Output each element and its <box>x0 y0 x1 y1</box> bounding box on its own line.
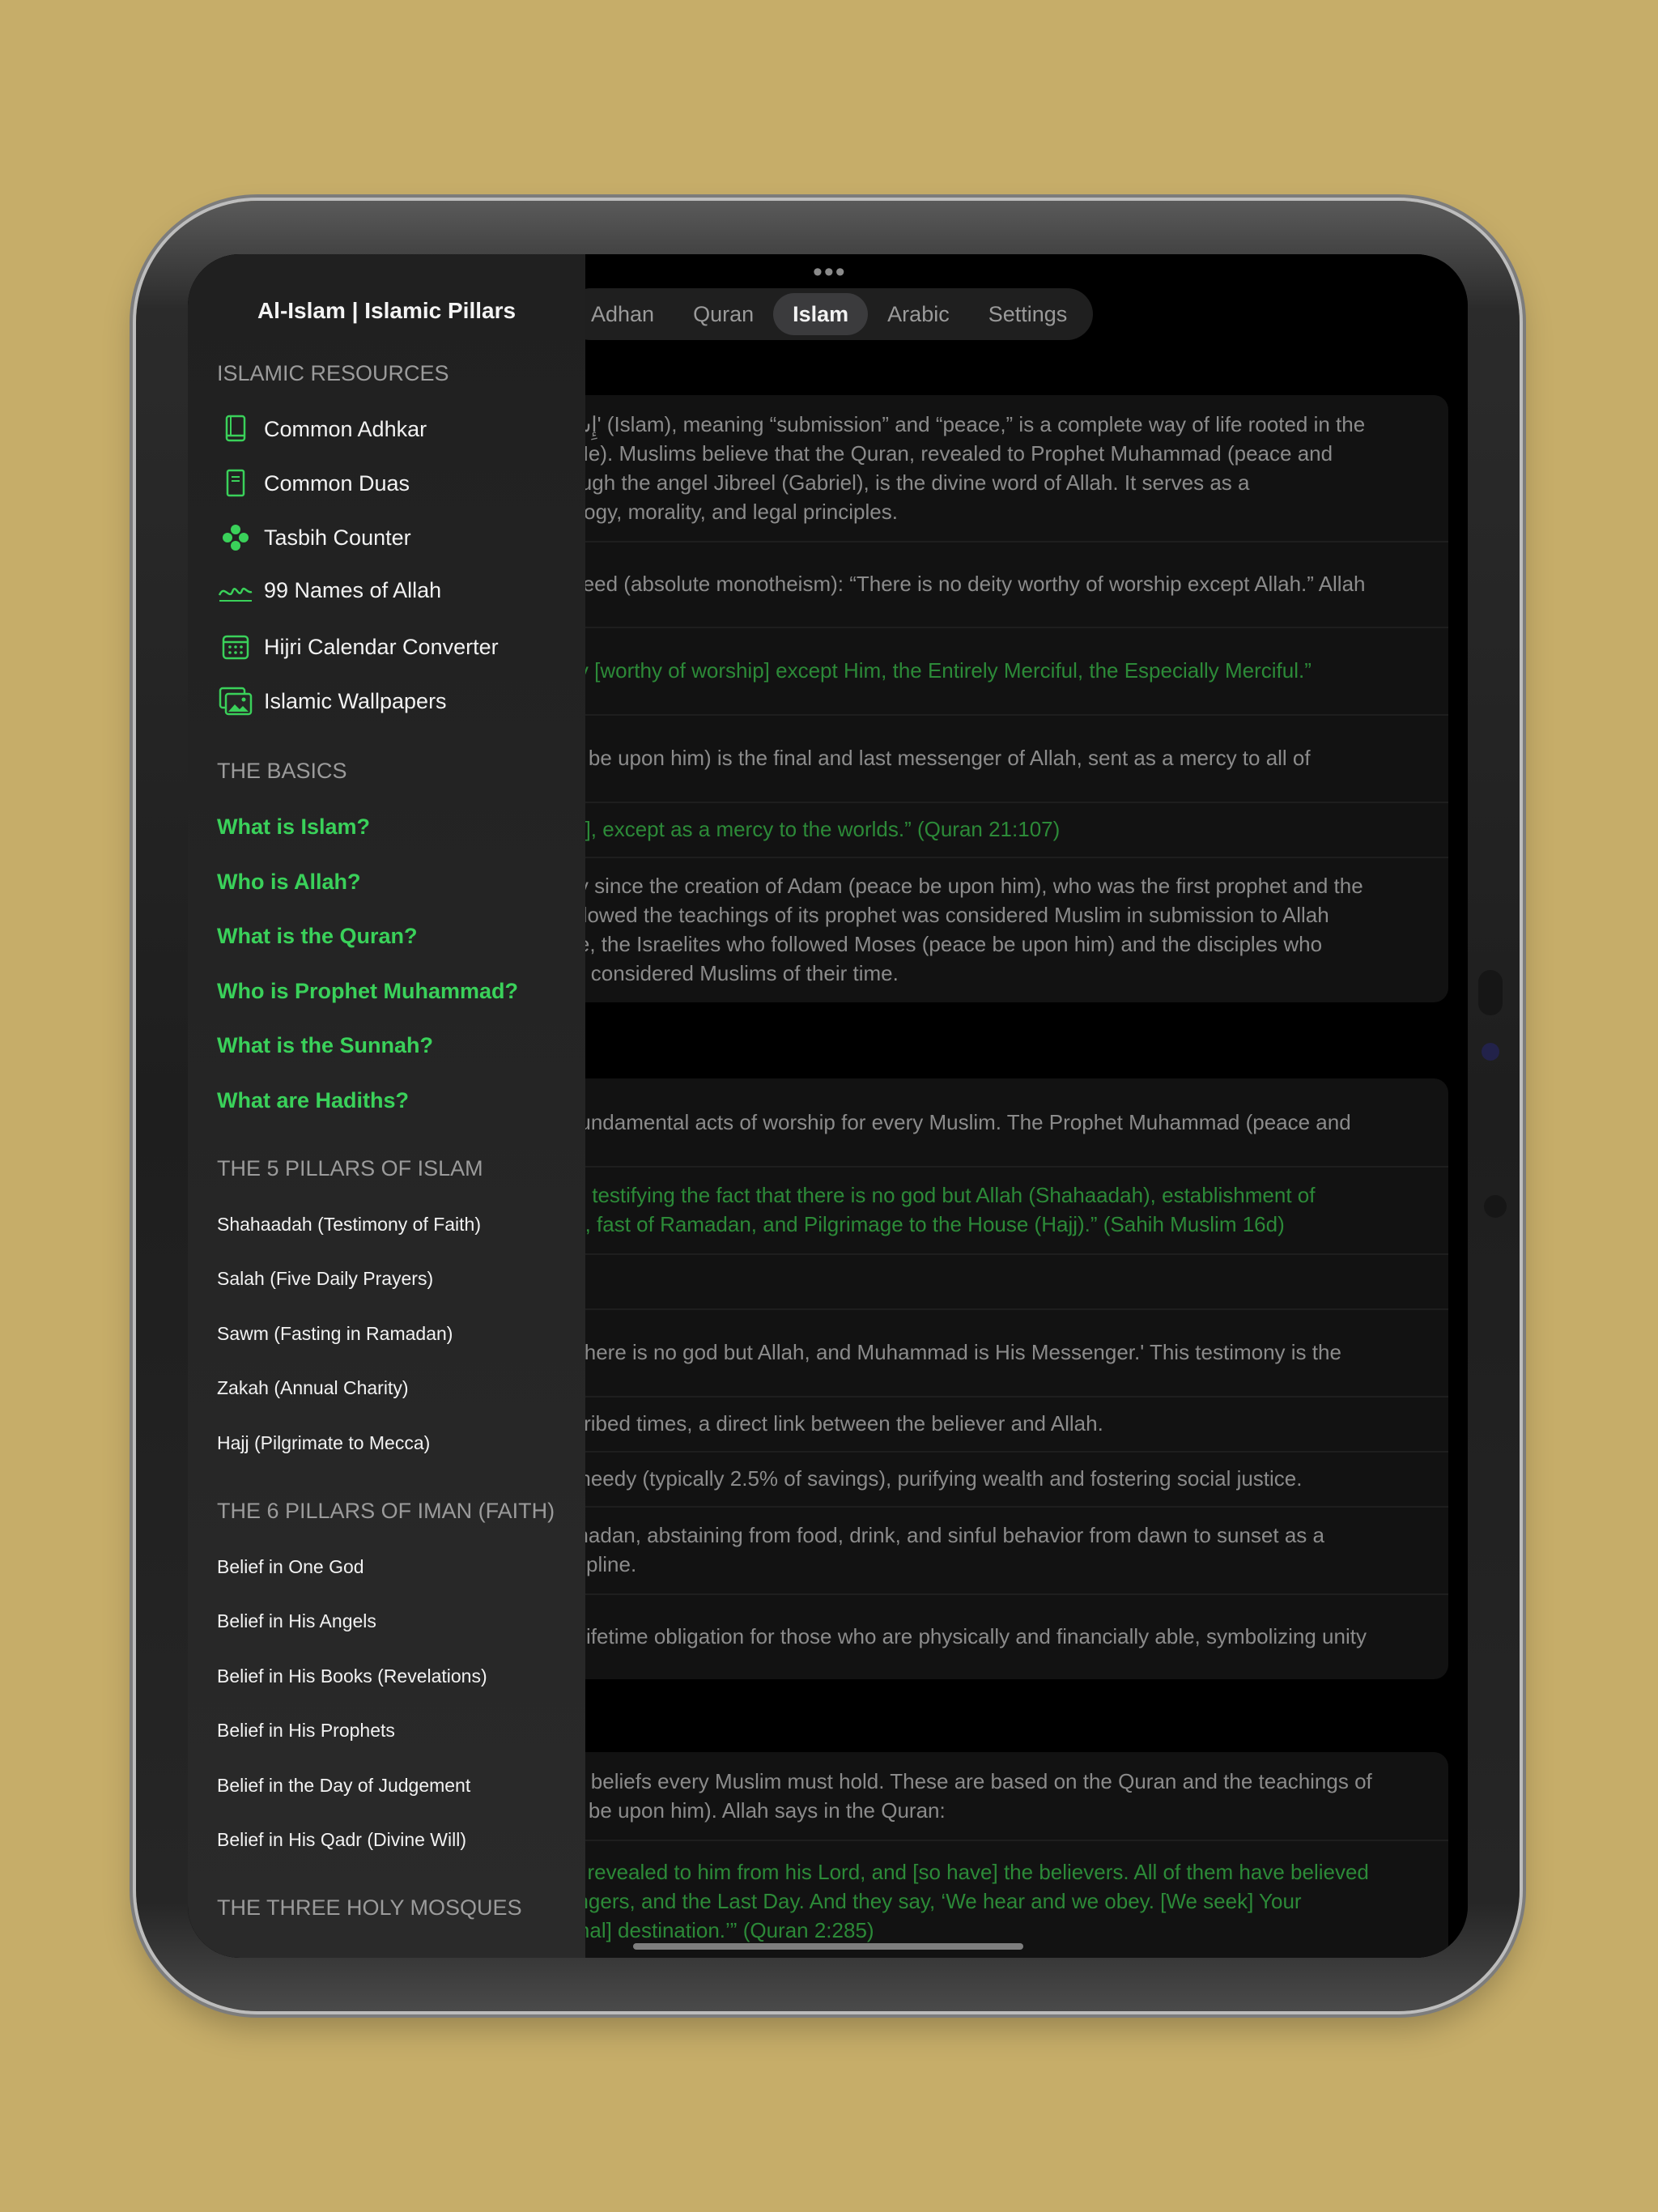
iman-item-judgement[interactable]: Belief in the Day of Judgement <box>217 1775 470 1797</box>
content-row: mad], except as a mercy to the worlds.” … <box>544 802 1448 858</box>
screen: ••• AdhanQuranIslamArabicSettings 'إِسْل… <box>188 254 1468 1958</box>
body-text: anity since the creation of Adam (peace … <box>544 874 1363 898</box>
camera-dot <box>1482 1043 1499 1061</box>
sidebar-item-common-duas[interactable]: Common Duas <box>217 462 410 504</box>
body-text: ings be upon him) is the final and last … <box>544 746 1311 770</box>
section-header-pillars: THE 5 PILLARS OF ISLAM <box>217 1156 483 1180</box>
body-text: y followed the teachings of its prophet … <box>544 903 1329 927</box>
quote-text: e [final] destination.’” (Quran 2:285) <box>544 1918 874 1942</box>
iman-item-books[interactable]: Belief in His Books (Revelations) <box>217 1665 487 1687</box>
book-closed-icon <box>217 465 254 502</box>
pillar-item-shahaadah[interactable]: Shahaadah (Testimony of Faith) <box>217 1214 481 1236</box>
multitasking-dots-icon[interactable]: ••• <box>813 258 847 286</box>
section-header-resources: ISLAMIC RESOURCES <box>217 361 449 385</box>
content-row: deity [worthy of worship] except Him, th… <box>544 627 1448 716</box>
body-text: 'إِسْلَام' (Islam), meaning “submission”… <box>544 412 1366 436</box>
sidebar-item-hijri-calendar[interactable]: Hijri Calendar Converter <box>217 626 499 668</box>
sidebar-item-islamic-wallpapers[interactable]: Islamic Wallpapers <box>217 680 447 722</box>
content-row: g, 'There is no god but Allah, and Muham… <box>544 1308 1448 1397</box>
iman-item-one-god[interactable]: Belief in One God <box>217 1556 364 1578</box>
sensor-dot <box>1484 1195 1507 1218</box>
body-text: awheed (absolute monotheism): “There is … <box>544 572 1366 596</box>
basics-item-who-is-allah[interactable]: Who is Allah? <box>217 870 361 895</box>
signature-icon <box>217 572 254 609</box>
tab-bar: Adhan Quran Islam Arabic Settings <box>565 288 1094 340</box>
content-row: anity since the creation of Adam (peace … <box>544 857 1448 1002</box>
body-text: through the angel Jibreel (Gabriel), is … <box>544 470 1250 495</box>
content-row: core beliefs every Muslim must hold. The… <box>544 1752 1448 1841</box>
iman-item-prophets[interactable]: Belief in His Prophets <box>217 1720 395 1742</box>
tab-settings[interactable]: Settings <box>969 293 1087 335</box>
volume-button <box>1478 970 1503 1015</box>
body-text: Ramadan, abstaining from food, drink, an… <box>544 1523 1324 1547</box>
content-row: awheed (absolute monotheism): “There is … <box>544 541 1448 628</box>
body-text: mple, the Israelites who followed Moses … <box>544 932 1323 956</box>
quote-text: deity [worthy of worship] except Him, th… <box>544 658 1312 683</box>
pillar-item-sawm[interactable]: Sawm (Fasting in Ramadan) <box>217 1323 453 1345</box>
section-header-mosques: THE THREE HOLY MOSQUES <box>217 1895 522 1920</box>
sidebar-item-99-names[interactable]: 99 Names of Allah <box>217 569 441 611</box>
sidebar-item-label: Islamic Wallpapers <box>264 688 447 713</box>
content-row: was revealed to him from his Lord, and [… <box>544 1840 1448 1958</box>
iman-item-angels[interactable]: Belief in His Angels <box>217 1610 376 1632</box>
quote-text: was revealed to him from his Lord, and [… <box>544 1860 1369 1884</box>
sidebar-item-tasbih-counter[interactable]: Tasbih Counter <box>217 517 411 559</box>
sidebar: Al-Islam | Islamic Pillars ISLAMIC RESOU… <box>188 254 585 1958</box>
basics-item-what-is-islam[interactable]: What is Islam? <box>217 815 370 840</box>
tab-islam[interactable]: Islam <box>773 293 869 335</box>
content-row: n-a-lifetime obligation for those who ar… <box>544 1593 1448 1679</box>
sidebar-item-label: Hijri Calendar Converter <box>264 634 499 659</box>
section-header-iman: THE 6 PILLARS OF IMAN (FAITH) <box>217 1499 555 1523</box>
card-six-pillars: core beliefs every Muslim must hold. The… <box>544 1752 1448 1958</box>
content-row: the needy (typically 2.5% of savings), p… <box>544 1451 1448 1508</box>
pillar-item-zakah[interactable]: Zakah (Annual Charity) <box>217 1377 409 1399</box>
content-row: ings be upon him) is the final and last … <box>544 714 1448 803</box>
sidebar-item-label: 99 Names of Allah <box>264 577 442 602</box>
book-icon <box>217 410 254 448</box>
content-row: rescribed times, a direct link between t… <box>544 1396 1448 1453</box>
tab-quran[interactable]: Quran <box>674 293 773 335</box>
content-row: 'إِسْلَام' (Islam), meaning “submission”… <box>544 395 1448 542</box>
sidebar-item-label: Common Duas <box>264 470 410 496</box>
basics-item-what-is-quran[interactable]: What is the Quran? <box>217 924 418 949</box>
body-text: ings be upon him). Allah says in the Qur… <box>544 1798 946 1823</box>
sidebar-item-common-adhkar[interactable]: Common Adhkar <box>217 408 427 450</box>
tab-adhan[interactable]: Adhan <box>572 293 674 335</box>
home-indicator[interactable] <box>633 1943 1023 1950</box>
basics-item-what-is-sunnah[interactable]: What is the Sunnah? <box>217 1033 433 1058</box>
card-what-is-islam: 'إِسْلَام' (Islam), meaning “submission”… <box>544 395 1448 1002</box>
sidebar-item-label: Common Adhkar <box>264 416 427 441</box>
quote-text: ssengers, and the Last Day. And they say… <box>544 1889 1302 1913</box>
sidebar-title: Al-Islam | Islamic Pillars <box>257 298 517 323</box>
content-row: ars): testifying the fact that there is … <box>544 1166 1448 1255</box>
beads-icon <box>217 519 254 556</box>
pillar-item-hajj[interactable]: Hajj (Pilgrimate to Mecca) <box>217 1432 430 1454</box>
basics-item-who-is-prophet[interactable]: Who is Prophet Muhammad? <box>217 979 518 1004</box>
body-text: core beliefs every Muslim must hold. The… <box>544 1769 1372 1793</box>
body-text: g, 'There is no god but Allah, and Muham… <box>544 1340 1341 1364</box>
body-text: be He). Muslims believe that the Quran, … <box>544 441 1333 466</box>
section-header-basics: THE BASICS <box>217 759 347 783</box>
pillar-item-salah[interactable]: Salah (Five Daily Prayers) <box>217 1268 433 1290</box>
iman-item-qadr[interactable]: Belief in His Qadr (Divine Will) <box>217 1829 466 1851</box>
content-row: Ramadan, abstaining from food, drink, an… <box>544 1506 1448 1595</box>
body-text: heology, morality, and legal principles. <box>544 500 898 524</box>
body-text: the needy (typically 2.5% of savings), p… <box>544 1466 1303 1491</box>
content-row <box>544 1253 1448 1310</box>
basics-item-what-are-hadiths[interactable]: What are Hadiths? <box>217 1088 409 1113</box>
body-text: rescribed times, a direct link between t… <box>544 1411 1103 1436</box>
sidebar-item-label: Tasbih Counter <box>264 525 411 550</box>
body-text: vere considered Muslims of their time. <box>544 961 899 985</box>
quote-text: mad], except as a mercy to the worlds.” … <box>544 817 1061 841</box>
content-row: he fundamental acts of worship for every… <box>544 1078 1448 1168</box>
card-five-pillars: he fundamental acts of worship for every… <box>544 1078 1448 1679</box>
body-text: he fundamental acts of worship for every… <box>544 1110 1351 1134</box>
body-text: n-a-lifetime obligation for those who ar… <box>544 1624 1367 1648</box>
photos-icon <box>217 683 254 720</box>
quote-text: ars): testifying the fact that there is … <box>544 1183 1316 1207</box>
tab-arabic[interactable]: Arabic <box>868 293 969 335</box>
quote-text: kah), fast of Ramadan, and Pilgrimage to… <box>544 1212 1285 1236</box>
calendar-icon <box>217 628 254 666</box>
